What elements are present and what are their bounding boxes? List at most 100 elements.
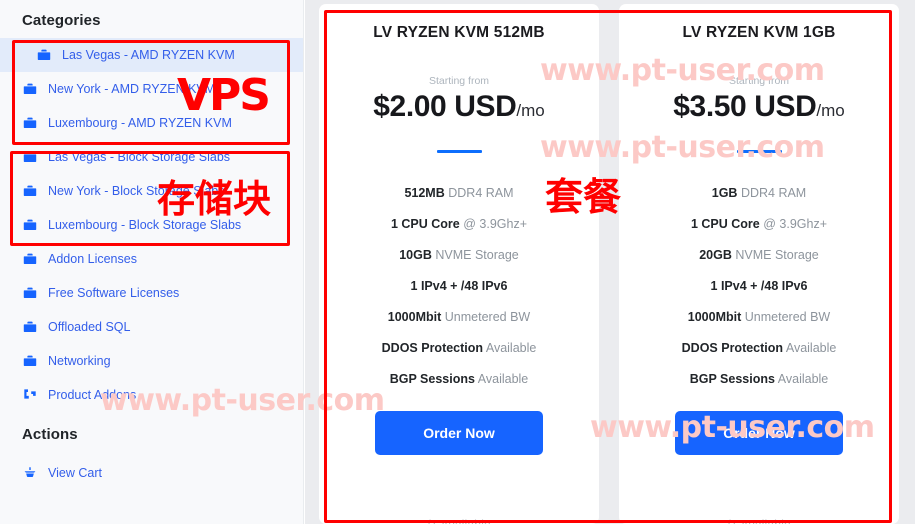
sidebar-item-label: New York - Block Storage Slabs [48, 183, 225, 198]
feature-item: DDOS Protection Available [319, 333, 599, 364]
feature-value: 10GB [399, 248, 432, 262]
order-now-button[interactable]: Order Now [375, 411, 543, 455]
feature-name: Available [777, 372, 829, 386]
feature-name: Unmetered BW [744, 310, 831, 324]
sidebar-item-label: Luxembourg - AMD RYZEN KVM [48, 115, 232, 130]
feature-item: 512MB DDR4 RAM [319, 178, 599, 209]
feature-item: 10GB NVME Storage [319, 240, 599, 271]
feature-name: Available [485, 341, 537, 355]
feature-value: BGP Sessions [389, 372, 475, 386]
feature-value: 1 IPv4 + /48 IPv6 [710, 279, 808, 293]
feature-item: 1000Mbit Unmetered BW [319, 302, 599, 333]
sidebar-item-label: Addon Licenses [48, 251, 137, 266]
feature-item: 1 CPU Core @ 3.9Ghz+ [619, 209, 899, 240]
feature-item: 20GB NVME Storage [619, 240, 899, 271]
price-period: /mo [516, 101, 545, 120]
feature-value: BGP Sessions [689, 372, 775, 386]
feature-name: NVME Storage [735, 248, 819, 262]
feature-value: 20GB [699, 248, 732, 262]
sidebar-item-label: Networking [48, 353, 111, 368]
sidebar-item-luxembourg-amd-ryzen-kvm[interactable]: Luxembourg - AMD RYZEN KVM [0, 106, 303, 140]
sidebar-item-view-cart[interactable]: View Cart [0, 456, 303, 490]
feature-value: 1 IPv4 + /48 IPv6 [410, 279, 508, 293]
briefcase-icon [22, 184, 37, 199]
sidebar-item-label: New York - AMD RYZEN KVM [48, 81, 216, 96]
feature-name: @ 3.9Ghz+ [463, 217, 528, 231]
main-content: LV RYZEN KVM 512MB Starting from $2.00 U… [305, 0, 915, 524]
feature-value: 1GB [711, 186, 738, 200]
briefcase-icon [22, 320, 37, 335]
feature-name: DDR4 RAM [740, 186, 807, 200]
price-row: $3.50 USD /mo [619, 90, 899, 124]
pricing-cards: LV RYZEN KVM 512MB Starting from $2.00 U… [305, 0, 913, 524]
starting-from-label: Starting from [728, 75, 790, 87]
order-now-button[interactable]: Order Now [675, 411, 843, 455]
feature-list: 512MB DDR4 RAM 1 CPU Core @ 3.9Ghz+ 10GB… [319, 178, 599, 395]
starting-from-label: Starting from [428, 75, 490, 87]
sidebar-item-networking[interactable]: Networking [0, 344, 303, 378]
feature-value: 1 CPU Core [690, 217, 760, 231]
sidebar-item-label: Product Addons [48, 387, 137, 402]
feature-item: 1 IPv4 + /48 IPv6 [319, 271, 599, 302]
price-amount: $2.00 USD [373, 90, 517, 123]
briefcase-icon [22, 150, 37, 165]
availability-text: /1 Available [619, 518, 899, 524]
feature-name: NVME Storage [435, 248, 519, 262]
divider-rule [736, 150, 782, 153]
sidebar: Categories Las Vegas - AMD RYZEN KVM New… [0, 0, 304, 524]
price-row: $2.00 USD /mo [319, 90, 599, 124]
sidebar-item-new-york-block-storage-slabs[interactable]: New York - Block Storage Slabs [0, 174, 303, 208]
sidebar-item-free-software-licenses[interactable]: Free Software Licenses [0, 276, 303, 310]
sidebar-item-label: Luxembourg - Block Storage Slabs [48, 217, 242, 232]
feature-value: DDOS Protection [381, 341, 484, 355]
price-amount: $3.50 USD [673, 90, 817, 123]
sidebar-item-las-vegas-amd-ryzen-kvm[interactable]: Las Vegas - AMD RYZEN KVM [0, 38, 303, 72]
actions-heading: Actions [22, 426, 78, 443]
feature-list: 1GB DDR4 RAM 1 CPU Core @ 3.9Ghz+ 20GB N… [619, 178, 899, 395]
sidebar-item-label: Las Vegas - Block Storage Slabs [48, 149, 231, 164]
feature-name: DDR4 RAM [448, 186, 514, 200]
feature-item: 1GB DDR4 RAM [619, 178, 899, 209]
pricing-card-1gb: LV RYZEN KVM 1GB Starting from $3.50 USD… [619, 4, 899, 524]
puzzle-icon [22, 388, 37, 403]
briefcase-icon [22, 252, 37, 267]
sidebar-item-las-vegas-block-storage-slabs[interactable]: Las Vegas - Block Storage Slabs [0, 140, 303, 174]
sidebar-item-label: Offloaded SQL [48, 319, 131, 334]
feature-value: DDOS Protection [681, 341, 784, 355]
divider-rule [436, 150, 482, 153]
briefcase-icon [22, 218, 37, 233]
sidebar-item-offloaded-sql[interactable]: Offloaded SQL [0, 310, 303, 344]
feature-item: 1 IPv4 + /48 IPv6 [619, 271, 899, 302]
categories-heading: Categories [22, 12, 101, 29]
sidebar-item-product-addons[interactable]: Product Addons [0, 378, 303, 412]
feature-value: 512MB [404, 186, 445, 200]
feature-name: Unmetered BW [444, 310, 531, 324]
briefcase-icon [22, 82, 37, 97]
product-title: LV RYZEN KVM 512MB [373, 24, 545, 41]
briefcase-icon [22, 116, 37, 131]
pricing-card-512mb: LV RYZEN KVM 512MB Starting from $2.00 U… [319, 4, 599, 524]
feature-value: 1000Mbit [387, 310, 442, 324]
sidebar-item-luxembourg-block-storage-slabs[interactable]: Luxembourg - Block Storage Slabs [0, 208, 303, 242]
briefcase-icon [36, 48, 51, 63]
feature-item: 1 CPU Core @ 3.9Ghz+ [319, 209, 599, 240]
feature-item: BGP Sessions Available [619, 364, 899, 395]
feature-name: Available [785, 341, 837, 355]
availability-text: /1 Available [319, 518, 599, 524]
product-title: LV RYZEN KVM 1GB [682, 24, 836, 41]
sidebar-item-label: Free Software Licenses [48, 285, 180, 300]
feature-name: Available [477, 372, 529, 386]
page-root: Categories Las Vegas - AMD RYZEN KVM New… [0, 0, 915, 524]
sidebar-item-label: View Cart [48, 465, 102, 480]
sidebar-item-new-york-amd-ryzen-kvm[interactable]: New York - AMD RYZEN KVM [0, 72, 303, 106]
feature-name: @ 3.9Ghz+ [763, 217, 828, 231]
briefcase-icon [22, 286, 37, 301]
feature-value: 1 CPU Core [390, 217, 460, 231]
feature-item: BGP Sessions Available [319, 364, 599, 395]
cart-icon [22, 466, 37, 481]
sidebar-item-addon-licenses[interactable]: Addon Licenses [0, 242, 303, 276]
briefcase-icon [22, 354, 37, 369]
feature-item: DDOS Protection Available [619, 333, 899, 364]
feature-item: 1000Mbit Unmetered BW [619, 302, 899, 333]
sidebar-item-label: Las Vegas - AMD RYZEN KVM [62, 47, 235, 62]
